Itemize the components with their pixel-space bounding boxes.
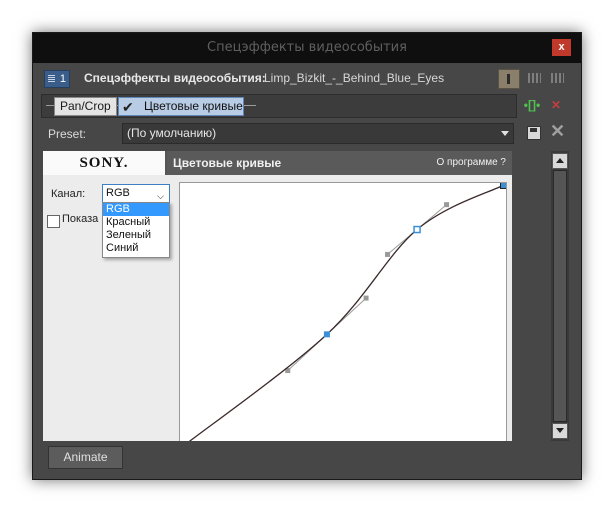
tangent-handle[interactable] [385,251,391,257]
filmstrip-icon [48,75,55,83]
channel-option-blue[interactable]: Синий [103,242,169,255]
delete-preset-icon[interactable]: ✕ [550,121,565,142]
plugin-pan-crop[interactable]: Pan/Crop [54,97,117,116]
sony-logo: SONY. [43,151,167,175]
title-bar[interactable]: Спецэффекты видеособытия x [33,33,581,63]
remove-plugin-icon[interactable]: ✕ [546,96,566,114]
event-name: Limp_Bizkit_-_Behind_Blue_Eyes [264,71,445,85]
close-button[interactable]: x [552,39,571,56]
show-checkbox[interactable] [47,215,60,228]
plugin-header: SONY. Цветовые кривые О программе ? [43,151,512,175]
plugin-title: Цветовые кривые [173,156,282,170]
channel-value: RGB [106,187,130,199]
plugin-panel: SONY. Цветовые кривые О программе ? Кана… [43,151,512,441]
vertical-scrollbar[interactable] [551,151,569,441]
animate-button[interactable]: Animate [48,446,123,469]
save-preset-icon[interactable] [527,126,541,140]
header-title: Спецэффекты видеособытия: [84,71,266,85]
curve-control-point[interactable] [500,183,507,189]
chain-view-icon[interactable] [498,69,520,89]
add-plugin-icon[interactable]: •[]• [522,96,542,114]
plugin-color-curves[interactable]: ✔ Цветовые кривые [118,97,244,116]
preset-label: Preset: [48,127,87,141]
curve-control-point[interactable] [323,331,330,338]
effects-window: Спецэффекты видеособытия x 1 Спецэффекты… [32,32,582,480]
channel-option-green[interactable]: Зеленый [103,229,169,242]
plugin-label: Pan/Crop [60,99,111,113]
about-link[interactable]: О программе ? [436,157,506,168]
list-view-icon[interactable] [548,69,568,87]
window-title: Спецэффекты видеособытия [207,40,407,55]
channel-label: Канал: [51,188,86,200]
fx-badge-count: 1 [59,73,66,85]
fx-chain-icon[interactable]: 1 [44,70,70,88]
curve-graph[interactable] [180,183,506,441]
plugin-title-bar: Цветовые кривые О программе ? [167,151,512,175]
chevron-down-icon [501,131,509,136]
scroll-down-button[interactable] [552,423,568,439]
channel-option-red[interactable]: Красный [103,216,169,229]
plugin-label: Цветовые кривые [144,99,243,113]
curve-editor[interactable] [179,182,507,441]
curve-line [188,184,505,441]
channel-dropdown[interactable]: RGB ⌵ [102,184,170,203]
event-header: 1 Спецэффекты видеособытия: Limp_Bizkit_… [40,69,574,89]
grid-view-icon[interactable] [525,69,545,87]
channel-option-rgb[interactable]: RGB [103,203,169,216]
scroll-thumb[interactable] [553,170,567,422]
scroll-up-button[interactable] [552,153,568,169]
channel-options-list: RGB Красный Зеленый Синий [102,202,170,258]
show-checkbox-label: Показа [62,213,99,225]
tangent-handle[interactable] [363,295,369,301]
plugin-chain: Pan/Crop ✔ Цветовые кривые [41,94,517,118]
preset-dropdown[interactable]: (По умолчанию) [122,123,514,144]
curve-control-point[interactable] [413,225,421,234]
checkmark-icon[interactable]: ✔ [122,99,134,116]
tangent-handle[interactable] [444,202,450,208]
preset-value: (По умолчанию) [127,126,217,140]
